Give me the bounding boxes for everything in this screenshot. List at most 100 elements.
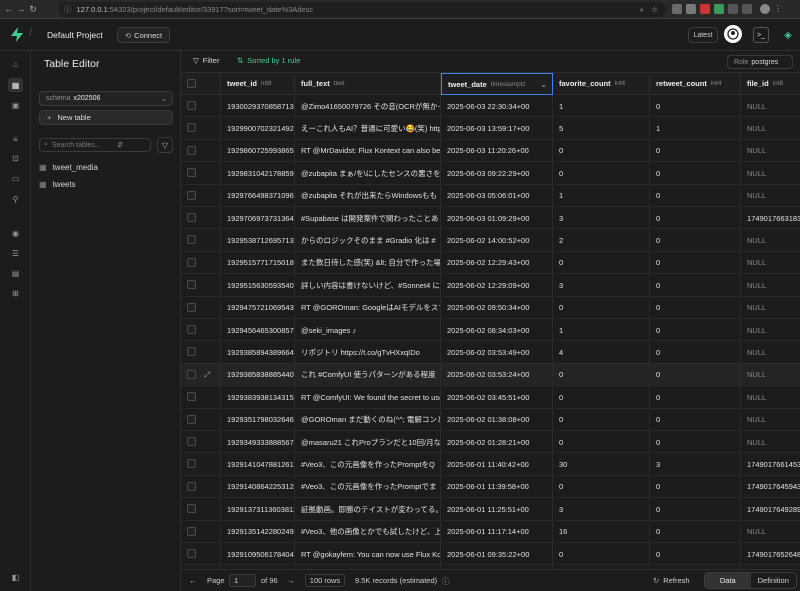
row-checkbox[interactable] bbox=[187, 145, 196, 155]
cell-file_id[interactable]: NULL bbox=[741, 95, 800, 117]
cell-tweet_id[interactable]: 19293858388854400 bbox=[221, 363, 295, 386]
cell-tweet_id[interactable]: 19299007023214920 bbox=[221, 117, 295, 140]
database-icon[interactable]: ≡ bbox=[8, 132, 23, 146]
row-checkbox[interactable] bbox=[187, 190, 196, 200]
terminal-icon[interactable]: >_ bbox=[753, 27, 769, 43]
cell-full_text[interactable]: また数日待した感(笑) &lt; 自分で作った場 bbox=[295, 251, 441, 274]
table-row[interactable]: 19297664983710960 @zubapita それが出来たらWindow… bbox=[181, 184, 800, 207]
cell-file_id[interactable]: NULL bbox=[741, 364, 800, 386]
cell-retweet_count[interactable]: 0 bbox=[650, 184, 741, 207]
search-tables-input[interactable]: ⌕ Search tables... ⇵ bbox=[39, 138, 151, 152]
cell-retweet_count[interactable]: 0 bbox=[650, 408, 741, 431]
cell-retweet_count[interactable]: 0 bbox=[650, 95, 741, 117]
cell-tweet_date[interactable]: 2025-06-03 01:09:29+00 bbox=[441, 207, 553, 229]
table-row[interactable]: 19299007023214920 えーこれ人もAI？普通に可愛い😂(笑) htt… bbox=[181, 117, 800, 140]
cell-file_id[interactable]: 17490176614533 bbox=[741, 453, 800, 475]
bookmark-star-icon[interactable]: ☆ bbox=[651, 5, 658, 14]
cell-file_id[interactable]: NULL bbox=[741, 319, 800, 341]
table-row[interactable]: 19294564653008570 @seki_images ♪ 2025-06-0… bbox=[181, 319, 800, 342]
cell-full_text[interactable]: @zubapita それが出来たらWindowsもも bbox=[295, 184, 441, 207]
table-row[interactable]: 19298310421788590 @zubapita まぁ/を\にしたセンスの悪… bbox=[181, 162, 800, 185]
cell-file_id[interactable]: 17490176459436 bbox=[741, 476, 800, 498]
cell-favorite_count[interactable]: 30 bbox=[553, 453, 650, 476]
cell-retweet_count[interactable]: 1 bbox=[650, 117, 741, 140]
cell-full_text[interactable]: #Veo3、この元画像を作ったPromptでま bbox=[295, 475, 441, 498]
cell-tweet_date[interactable]: 2025-06-02 01:38:08+00 bbox=[441, 408, 553, 431]
cell-retweet_count[interactable]: 0 bbox=[650, 319, 741, 341]
column-menu-chevron-icon[interactable]: ⌄ bbox=[540, 80, 547, 89]
prev-page-icon[interactable]: ← bbox=[189, 576, 197, 585]
sort-button[interactable]: ⇅ Sorted by 1 rule bbox=[237, 56, 300, 65]
column-header-tweet_date[interactable]: tweet_date timestamptz ⌄ bbox=[441, 73, 553, 95]
cell-retweet_count[interactable]: 0 bbox=[650, 274, 741, 297]
cell-tweet_id[interactable]: 19291410478812613 bbox=[221, 453, 295, 476]
table-row[interactable]: 19291373113603812 証拠動画。即勝のテイストが変わってる。 2025… bbox=[181, 498, 800, 521]
expand-row-icon[interactable]: ⤢ bbox=[204, 370, 210, 380]
docs-icon[interactable]: ▤ bbox=[8, 266, 23, 280]
cell-tweet_id[interactable]: 19300293708587130 bbox=[221, 95, 295, 117]
row-checkbox[interactable] bbox=[187, 280, 196, 290]
rows-per-page-select[interactable]: 100 rows bbox=[305, 574, 345, 587]
cell-tweet_date[interactable]: 2025-06-01 11:25:51+00 bbox=[441, 498, 553, 521]
cell-tweet_id[interactable]: 19291373113603812 bbox=[221, 498, 295, 521]
cell-file_id[interactable]: NULL bbox=[741, 162, 800, 184]
cell-favorite_count[interactable]: 0 bbox=[553, 296, 650, 319]
cell-retweet_count[interactable]: 0 bbox=[650, 296, 741, 319]
cell-full_text[interactable]: RT @gokayfem: You can now use Flux Kon bbox=[295, 543, 441, 565]
reload-icon[interactable]: ↻ bbox=[27, 4, 39, 15]
cell-tweet_id[interactable]: 19295156305935400 bbox=[221, 274, 295, 297]
extension-icon[interactable] bbox=[714, 4, 724, 14]
cell-file_id[interactable]: NULL bbox=[741, 274, 800, 296]
cell-favorite_count[interactable]: 1 bbox=[553, 184, 650, 207]
cell-tweet_date[interactable]: 2025-06-02 12:29:43+00 bbox=[441, 251, 553, 274]
table-row[interactable]: 19291351422802490 #Veo3、他の画像とかでも試したけど、上 20… bbox=[181, 520, 800, 543]
filter-button[interactable]: ▽ Filter bbox=[193, 56, 219, 65]
cell-file_id[interactable]: NULL bbox=[741, 140, 800, 162]
functions-icon[interactable]: ⚲ bbox=[8, 192, 23, 206]
cell-tweet_id[interactable]: 19297664983710960 bbox=[221, 184, 295, 207]
cell-favorite_count[interactable]: 3 bbox=[553, 274, 650, 297]
row-checkbox[interactable] bbox=[187, 437, 196, 446]
cell-tweet_id[interactable]: 19295157717150189 bbox=[221, 251, 295, 274]
cell-full_text[interactable]: からのロジックそのまま #Gradio 化は # bbox=[295, 229, 441, 252]
cell-file_id[interactable]: NULL bbox=[741, 252, 800, 274]
cell-retweet_count[interactable]: 0 bbox=[650, 341, 741, 364]
table-row[interactable]: ⤢ 19293858388854400 これ #ComfyUI 使うパターンがある程… bbox=[181, 363, 800, 387]
cell-tweet_date[interactable]: 2025-06-02 09:50:34+00 bbox=[441, 296, 553, 319]
extension-icon[interactable] bbox=[672, 4, 682, 14]
cell-tweet_id[interactable]: 19291095061784040 bbox=[221, 543, 295, 565]
cell-tweet_date[interactable]: 2025-06-01 11:17:14+00 bbox=[441, 520, 553, 543]
cell-tweet_id[interactable]: 19293858943896645 bbox=[221, 341, 295, 364]
storage-icon[interactable]: ▭ bbox=[8, 171, 23, 185]
select-all-checkbox[interactable] bbox=[187, 79, 196, 88]
cell-retweet_count[interactable]: 0 bbox=[650, 139, 741, 162]
cell-tweet_date[interactable]: 2025-06-02 08:34:03+00 bbox=[441, 319, 553, 341]
row-checkbox[interactable] bbox=[187, 168, 196, 178]
cell-favorite_count[interactable]: 0 bbox=[553, 543, 650, 565]
cell-tweet_id[interactable]: 19293493338885670 bbox=[221, 431, 295, 453]
table-editor-icon[interactable]: ▦ bbox=[8, 78, 23, 92]
sidepanel-icon[interactable] bbox=[742, 4, 752, 14]
row-checkbox[interactable] bbox=[187, 526, 196, 536]
menu-kebab-icon[interactable]: ⋮ bbox=[774, 4, 782, 14]
collapse-sidebar-icon[interactable]: ◧ bbox=[8, 570, 23, 584]
cell-favorite_count[interactable]: 0 bbox=[553, 475, 650, 498]
sort-order-icon[interactable]: ⇵ bbox=[117, 141, 123, 149]
sql-editor-icon[interactable]: ▣ bbox=[8, 98, 23, 112]
cell-retweet_count[interactable]: 0 bbox=[650, 520, 741, 543]
column-header-tweet_id[interactable]: tweet_id int8 bbox=[221, 73, 295, 95]
extension-icon[interactable] bbox=[700, 4, 710, 14]
cell-retweet_count[interactable]: 0 bbox=[650, 251, 741, 274]
home-icon[interactable]: ⌂ bbox=[8, 57, 23, 71]
cell-file_id[interactable]: NULL bbox=[741, 431, 800, 453]
cell-file_id[interactable]: NULL bbox=[741, 185, 800, 207]
cell-retweet_count[interactable]: 0 bbox=[650, 207, 741, 229]
cell-full_text[interactable]: @GOROman まだ動くのね(^^; 電解コンと bbox=[295, 408, 441, 431]
cell-retweet_count[interactable]: 0 bbox=[650, 431, 741, 453]
column-header-retweet_count[interactable]: retweet_count int4 bbox=[650, 73, 741, 95]
cell-tweet_date[interactable]: 2025-06-02 03:45:51+00 bbox=[441, 386, 553, 409]
profile-avatar-icon[interactable] bbox=[760, 4, 770, 14]
latest-button[interactable]: Latest bbox=[688, 27, 718, 43]
table-item-tweet_media[interactable]: ▦ tweet_media bbox=[39, 160, 173, 174]
cell-file_id[interactable]: NULL bbox=[741, 297, 800, 319]
